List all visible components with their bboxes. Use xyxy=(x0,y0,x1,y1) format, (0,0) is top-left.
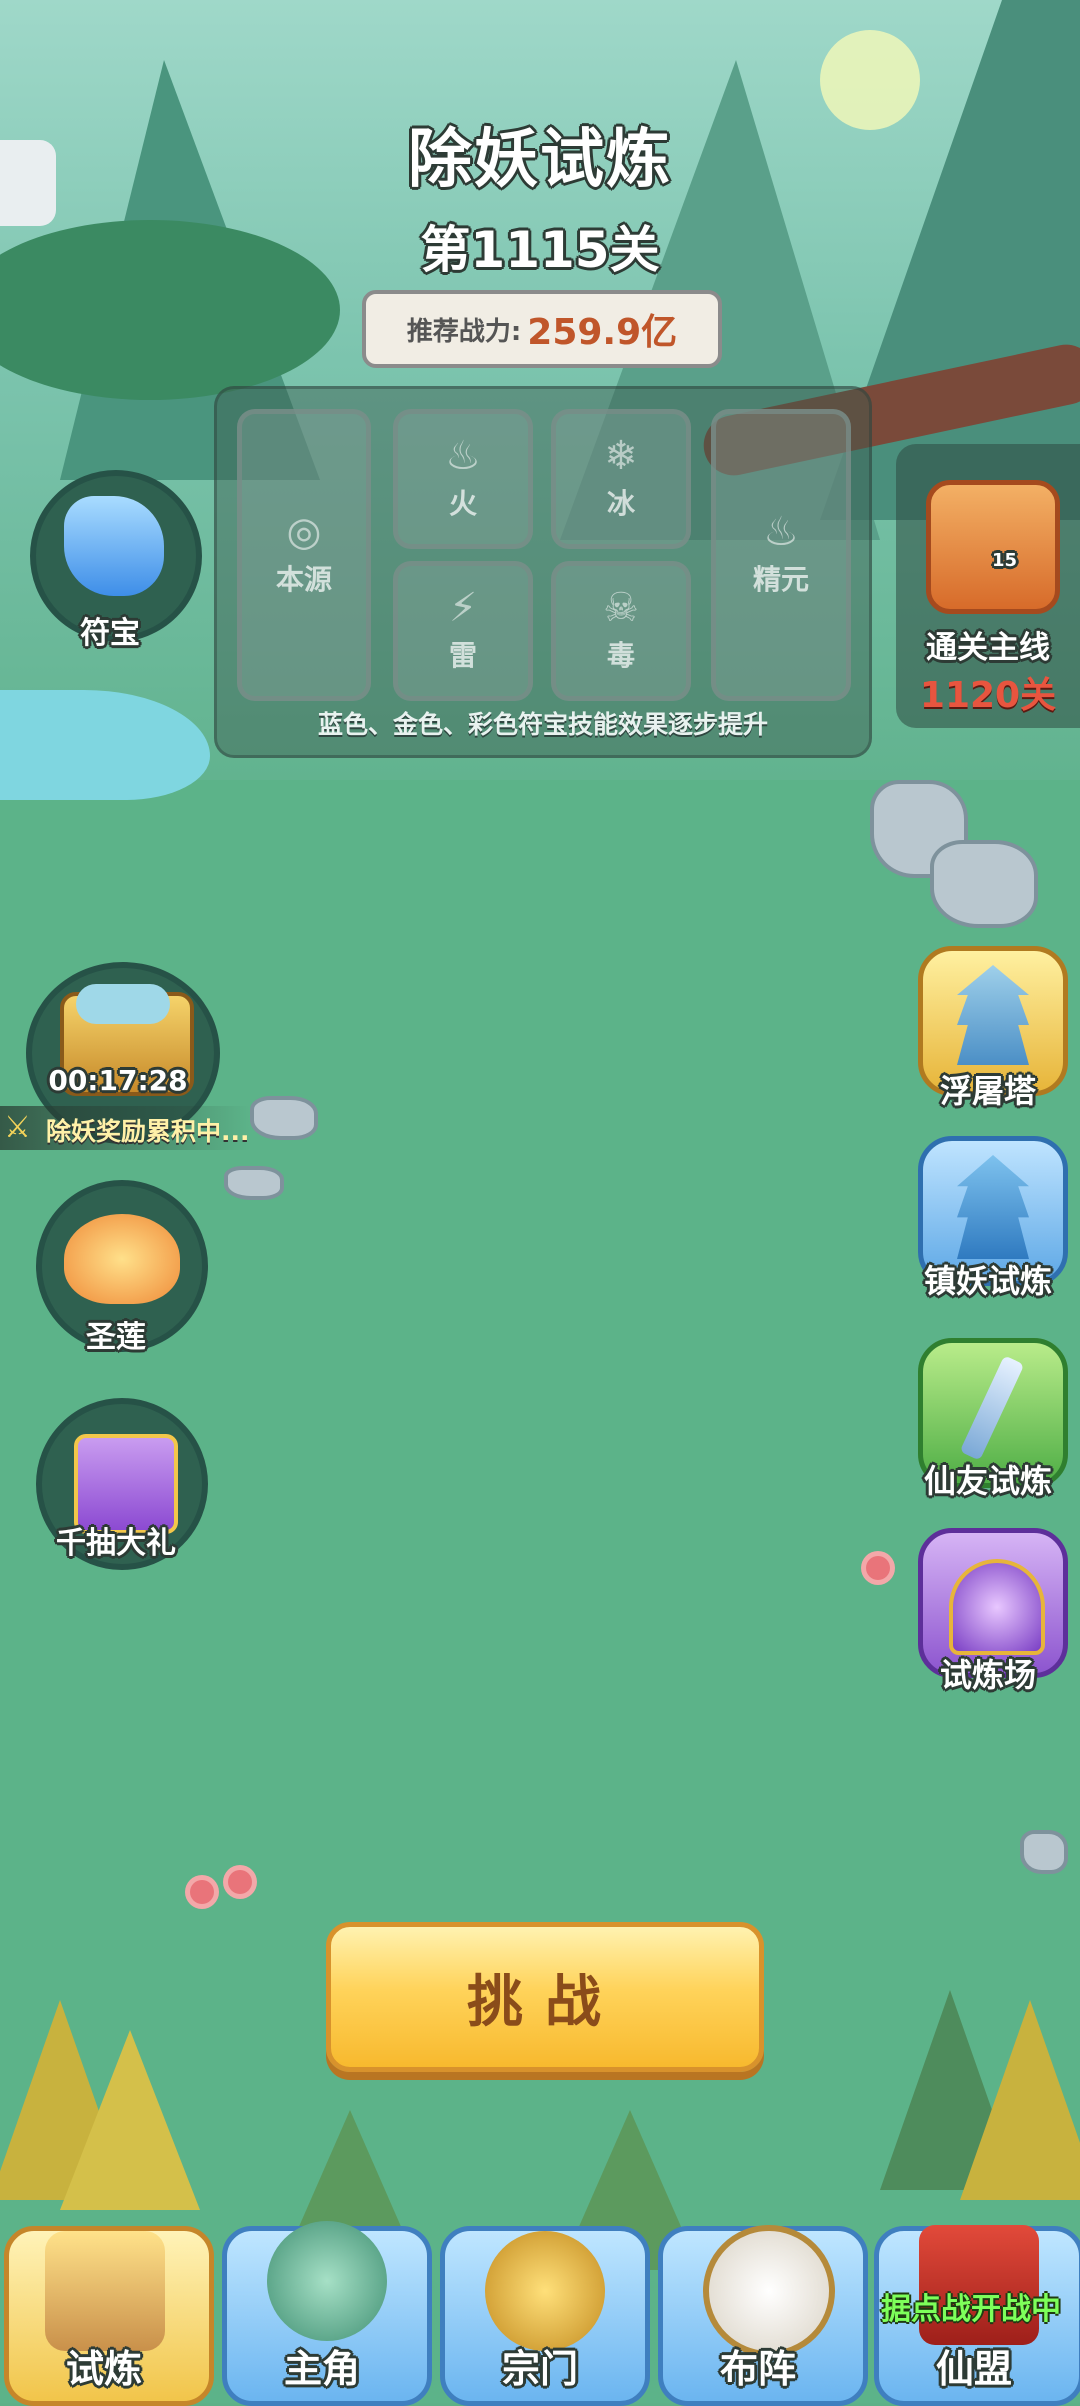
arena-gate-icon xyxy=(949,1559,1045,1655)
flower xyxy=(190,1880,214,1904)
mainline-stage: 1120关 xyxy=(919,675,1057,716)
pagoda-tower-label: 浮屠塔 xyxy=(939,1072,1036,1110)
trial-arena-label: 试炼场 xyxy=(939,1656,1036,1694)
crossed-swords-icon: ⚔ xyxy=(4,1110,31,1145)
flower xyxy=(866,1556,890,1580)
pagoda-icon xyxy=(957,965,1029,1065)
lotus-label: 圣莲 xyxy=(86,1320,146,1355)
gift-label: 千抽大礼 xyxy=(56,1526,176,1561)
sword-icon xyxy=(959,1355,1025,1461)
recommended-power: 推荐战力: 259.9亿 xyxy=(362,290,722,368)
chest-timer: 00:17:28 xyxy=(48,1064,188,1097)
power-label: 推荐战力: xyxy=(406,316,522,347)
friend-trial-label: 仙友试炼 xyxy=(923,1462,1052,1500)
fire-icon: ♨ xyxy=(445,433,481,479)
hero-statue-icon xyxy=(267,2221,387,2341)
snowflake-icon: ❄ xyxy=(604,433,638,479)
crystal-icon xyxy=(76,984,170,1024)
slot-poison[interactable]: ☠ 毒 xyxy=(551,561,691,701)
nav-alliance-label: 仙盟 xyxy=(935,2347,1012,2391)
chest-note: 除妖奖励累积中... xyxy=(46,1117,250,1146)
nav-hero-label: 主角 xyxy=(283,2347,360,2391)
rock xyxy=(930,840,1038,928)
skull-icon: ☠ xyxy=(603,585,639,631)
slot-label: 火 xyxy=(448,487,477,520)
lotus-icon xyxy=(64,1214,180,1304)
talisman-label: 符宝 xyxy=(80,616,140,651)
demon-suppress-label: 镇妖试炼 xyxy=(923,1262,1052,1300)
nav-sect-label: 宗门 xyxy=(501,2347,578,2391)
mainline-label: 通关主线 xyxy=(926,630,1050,666)
nav-formation-label: 布阵 xyxy=(719,2347,796,2391)
rock xyxy=(1020,1830,1068,1874)
slot-origin[interactable]: ◎ 本源 xyxy=(237,409,371,701)
challenge-button[interactable]: 挑战 xyxy=(326,1922,764,2072)
slot-label: 冰 xyxy=(606,487,635,520)
blue-pagoda-icon xyxy=(957,1155,1029,1259)
slot-label: 雷 xyxy=(448,639,477,672)
slot-essence[interactable]: ♨ 精元 xyxy=(711,409,851,701)
flame-essence-icon: ♨ xyxy=(763,509,799,555)
rock xyxy=(250,1096,318,1140)
talisman-slot-panel: ◎ 本源 ♨ 火 ❄ 冰 ♨ 精元 ⚡ 雷 ☠ 毒 蓝色、金色、彩色符宝技能效果… xyxy=(214,386,872,758)
slot-thunder[interactable]: ⚡ 雷 xyxy=(393,561,533,701)
mainline-badge: 15 xyxy=(992,550,1018,571)
panel-note: 蓝色、金色、彩色符宝技能效果逐步提升 xyxy=(317,710,768,739)
slot-label: 本源 xyxy=(275,563,332,596)
alliance-banner-text: 据点战开战中 xyxy=(881,2292,1061,2327)
swirl-icon: ◎ xyxy=(286,509,322,555)
power-value: 259.9亿 xyxy=(527,312,678,353)
dragon-egg-icon xyxy=(926,480,1060,614)
pine-tree xyxy=(960,2000,1080,2200)
page-title: 除妖试炼 xyxy=(408,123,672,197)
mainline-progress-button[interactable]: 15 通关主线 1120关 xyxy=(896,444,1080,728)
incense-burner-icon xyxy=(485,2231,605,2351)
talisman-icon xyxy=(64,496,164,596)
lightning-icon: ⚡ xyxy=(448,585,478,631)
shrine-icon xyxy=(45,2231,165,2351)
stage-number: 第1115关 xyxy=(420,221,660,279)
flower xyxy=(228,1870,252,1894)
nav-trial-label: 试炼 xyxy=(65,2347,142,2391)
slot-fire[interactable]: ♨ 火 xyxy=(393,409,533,549)
slot-label: 精元 xyxy=(752,563,809,596)
pine-tree xyxy=(60,2030,200,2210)
rock xyxy=(224,1166,284,1200)
slot-label: 毒 xyxy=(606,639,635,672)
slot-ice[interactable]: ❄ 冰 xyxy=(551,409,691,549)
